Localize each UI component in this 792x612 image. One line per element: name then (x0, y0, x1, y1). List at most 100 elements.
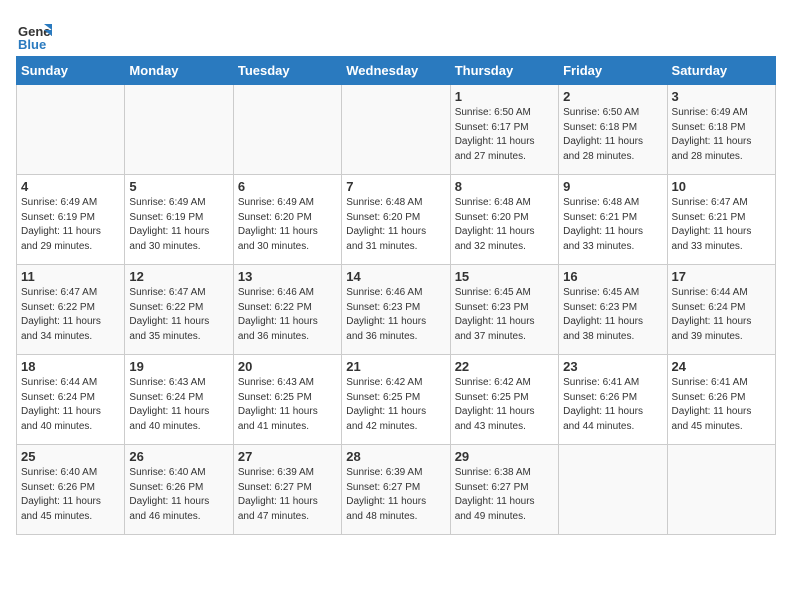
day-info: Sunrise: 6:49 AM Sunset: 6:18 PM Dayligh… (672, 106, 771, 164)
day-number: 13 (238, 269, 337, 284)
day-info: Sunrise: 6:38 AM Sunset: 6:27 PM Dayligh… (455, 466, 554, 524)
calendar-cell: 28 Sunrise: 6:39 AM Sunset: 6:27 PM Dayli… (342, 445, 450, 535)
day-info: Sunrise: 6:46 AM Sunset: 6:22 PM Dayligh… (238, 286, 337, 344)
day-number: 25 (21, 449, 120, 464)
calendar-table: SundayMondayTuesdayWednesdayThursdayFrid… (16, 56, 776, 535)
day-info: Sunrise: 6:48 AM Sunset: 6:20 PM Dayligh… (455, 196, 554, 254)
calendar-cell: 2 Sunrise: 6:50 AM Sunset: 6:18 PM Daylig… (559, 85, 667, 175)
day-info: Sunrise: 6:47 AM Sunset: 6:22 PM Dayligh… (21, 286, 120, 344)
svg-text:Blue: Blue (18, 37, 46, 52)
day-number: 3 (672, 89, 771, 104)
calendar-cell: 8 Sunrise: 6:48 AM Sunset: 6:20 PM Daylig… (450, 175, 558, 265)
page-header: General Blue (16, 16, 776, 52)
calendar-week: 11 Sunrise: 6:47 AM Sunset: 6:22 PM Dayli… (17, 265, 776, 355)
day-info: Sunrise: 6:47 AM Sunset: 6:21 PM Dayligh… (672, 196, 771, 254)
day-number: 26 (129, 449, 228, 464)
day-number: 6 (238, 179, 337, 194)
calendar-cell: 18 Sunrise: 6:44 AM Sunset: 6:24 PM Dayli… (17, 355, 125, 445)
day-number: 27 (238, 449, 337, 464)
day-number: 28 (346, 449, 445, 464)
day-number: 5 (129, 179, 228, 194)
day-header: Wednesday (342, 57, 450, 85)
day-info: Sunrise: 6:45 AM Sunset: 6:23 PM Dayligh… (455, 286, 554, 344)
calendar-cell: 20Sunrise: 6:43 AM Sunset: 6:25 PM Dayli… (233, 355, 341, 445)
calendar-cell: 1 Sunrise: 6:50 AM Sunset: 6:17 PM Daylig… (450, 85, 558, 175)
day-number: 8 (455, 179, 554, 194)
day-number: 1 (455, 89, 554, 104)
calendar-cell: 17Sunrise: 6:44 AM Sunset: 6:24 PM Dayli… (667, 265, 775, 355)
calendar-week: 4 Sunrise: 6:49 AM Sunset: 6:19 PM Daylig… (17, 175, 776, 265)
day-info: Sunrise: 6:42 AM Sunset: 6:25 PM Dayligh… (455, 376, 554, 434)
calendar-cell: 22 Sunrise: 6:42 AM Sunset: 6:25 PM Dayli… (450, 355, 558, 445)
day-header: Tuesday (233, 57, 341, 85)
day-number: 2 (563, 89, 662, 104)
calendar-cell (559, 445, 667, 535)
day-number: 29 (455, 449, 554, 464)
calendar-week: 25 Sunrise: 6:40 AM Sunset: 6:26 PM Dayli… (17, 445, 776, 535)
day-info: Sunrise: 6:45 AM Sunset: 6:23 PM Dayligh… (563, 286, 662, 344)
day-info: Sunrise: 6:48 AM Sunset: 6:21 PM Dayligh… (563, 196, 662, 254)
day-info: Sunrise: 6:47 AM Sunset: 6:22 PM Dayligh… (129, 286, 228, 344)
calendar-cell: 27 Sunrise: 6:39 AM Sunset: 6:27 PM Dayli… (233, 445, 341, 535)
calendar-cell: 19Sunrise: 6:43 AM Sunset: 6:24 PM Dayli… (125, 355, 233, 445)
calendar-cell: 7 Sunrise: 6:48 AM Sunset: 6:20 PM Daylig… (342, 175, 450, 265)
day-header: Saturday (667, 57, 775, 85)
day-info: Sunrise: 6:50 AM Sunset: 6:18 PM Dayligh… (563, 106, 662, 164)
day-number: 12 (129, 269, 228, 284)
day-info: Sunrise: 6:48 AM Sunset: 6:20 PM Dayligh… (346, 196, 445, 254)
calendar-cell: 21 Sunrise: 6:42 AM Sunset: 6:25 PM Dayli… (342, 355, 450, 445)
day-number: 16 (563, 269, 662, 284)
day-info: Sunrise: 6:49 AM Sunset: 6:19 PM Dayligh… (21, 196, 120, 254)
calendar-cell: 9Sunrise: 6:48 AM Sunset: 6:21 PM Daylig… (559, 175, 667, 265)
calendar-cell: 23 Sunrise: 6:41 AM Sunset: 6:26 PM Dayli… (559, 355, 667, 445)
day-info: Sunrise: 6:49 AM Sunset: 6:19 PM Dayligh… (129, 196, 228, 254)
day-info: Sunrise: 6:41 AM Sunset: 6:26 PM Dayligh… (563, 376, 662, 434)
day-number: 11 (21, 269, 120, 284)
calendar-cell: 10 Sunrise: 6:47 AM Sunset: 6:21 PM Dayli… (667, 175, 775, 265)
calendar-cell: 4 Sunrise: 6:49 AM Sunset: 6:19 PM Daylig… (17, 175, 125, 265)
calendar-cell: 5 Sunrise: 6:49 AM Sunset: 6:19 PM Daylig… (125, 175, 233, 265)
day-number: 7 (346, 179, 445, 194)
day-info: Sunrise: 6:40 AM Sunset: 6:26 PM Dayligh… (129, 466, 228, 524)
day-number: 21 (346, 359, 445, 374)
calendar-cell: 14 Sunrise: 6:46 AM Sunset: 6:23 PM Dayli… (342, 265, 450, 355)
calendar-cell (125, 85, 233, 175)
calendar-week: 18 Sunrise: 6:44 AM Sunset: 6:24 PM Dayli… (17, 355, 776, 445)
calendar-cell: 15 Sunrise: 6:45 AM Sunset: 6:23 PM Dayli… (450, 265, 558, 355)
calendar-cell: 12 Sunrise: 6:47 AM Sunset: 6:22 PM Dayli… (125, 265, 233, 355)
calendar-cell: 25Sunrise: 6:40 AM Sunset: 6:26 PM Dayli… (17, 445, 125, 535)
calendar-cell: 13 Sunrise: 6:46 AM Sunset: 6:22 PM Dayli… (233, 265, 341, 355)
day-info: Sunrise: 6:39 AM Sunset: 6:27 PM Dayligh… (238, 466, 337, 524)
calendar-cell (17, 85, 125, 175)
day-number: 10 (672, 179, 771, 194)
day-number: 15 (455, 269, 554, 284)
calendar-cell: 29 Sunrise: 6:38 AM Sunset: 6:27 PM Dayli… (450, 445, 558, 535)
day-number: 23 (563, 359, 662, 374)
day-number: 14 (346, 269, 445, 284)
day-info: Sunrise: 6:44 AM Sunset: 6:24 PM Dayligh… (21, 376, 120, 434)
day-info: Sunrise: 6:39 AM Sunset: 6:27 PM Dayligh… (346, 466, 445, 524)
day-number: 22 (455, 359, 554, 374)
day-info: Sunrise: 6:46 AM Sunset: 6:23 PM Dayligh… (346, 286, 445, 344)
calendar-cell: 16 Sunrise: 6:45 AM Sunset: 6:23 PM Dayli… (559, 265, 667, 355)
calendar-cell (342, 85, 450, 175)
day-number: 4 (21, 179, 120, 194)
calendar-cell (667, 445, 775, 535)
day-number: 24 (672, 359, 771, 374)
header-row: SundayMondayTuesdayWednesdayThursdayFrid… (17, 57, 776, 85)
day-info: Sunrise: 6:44 AM Sunset: 6:24 PM Dayligh… (672, 286, 771, 344)
calendar-cell: 3 Sunrise: 6:49 AM Sunset: 6:18 PM Daylig… (667, 85, 775, 175)
day-header: Monday (125, 57, 233, 85)
day-info: Sunrise: 6:49 AM Sunset: 6:20 PM Dayligh… (238, 196, 337, 254)
day-info: Sunrise: 6:50 AM Sunset: 6:17 PM Dayligh… (455, 106, 554, 164)
calendar-week: 1 Sunrise: 6:50 AM Sunset: 6:17 PM Daylig… (17, 85, 776, 175)
day-info: Sunrise: 6:43 AM Sunset: 6:24 PM Dayligh… (129, 376, 228, 434)
day-header: Sunday (17, 57, 125, 85)
logo-icon: General Blue (16, 16, 52, 52)
calendar-cell: 24 Sunrise: 6:41 AM Sunset: 6:26 PM Dayli… (667, 355, 775, 445)
day-info: Sunrise: 6:41 AM Sunset: 6:26 PM Dayligh… (672, 376, 771, 434)
day-number: 18 (21, 359, 120, 374)
day-header: Thursday (450, 57, 558, 85)
calendar-cell: 6 Sunrise: 6:49 AM Sunset: 6:20 PM Daylig… (233, 175, 341, 265)
day-info: Sunrise: 6:42 AM Sunset: 6:25 PM Dayligh… (346, 376, 445, 434)
